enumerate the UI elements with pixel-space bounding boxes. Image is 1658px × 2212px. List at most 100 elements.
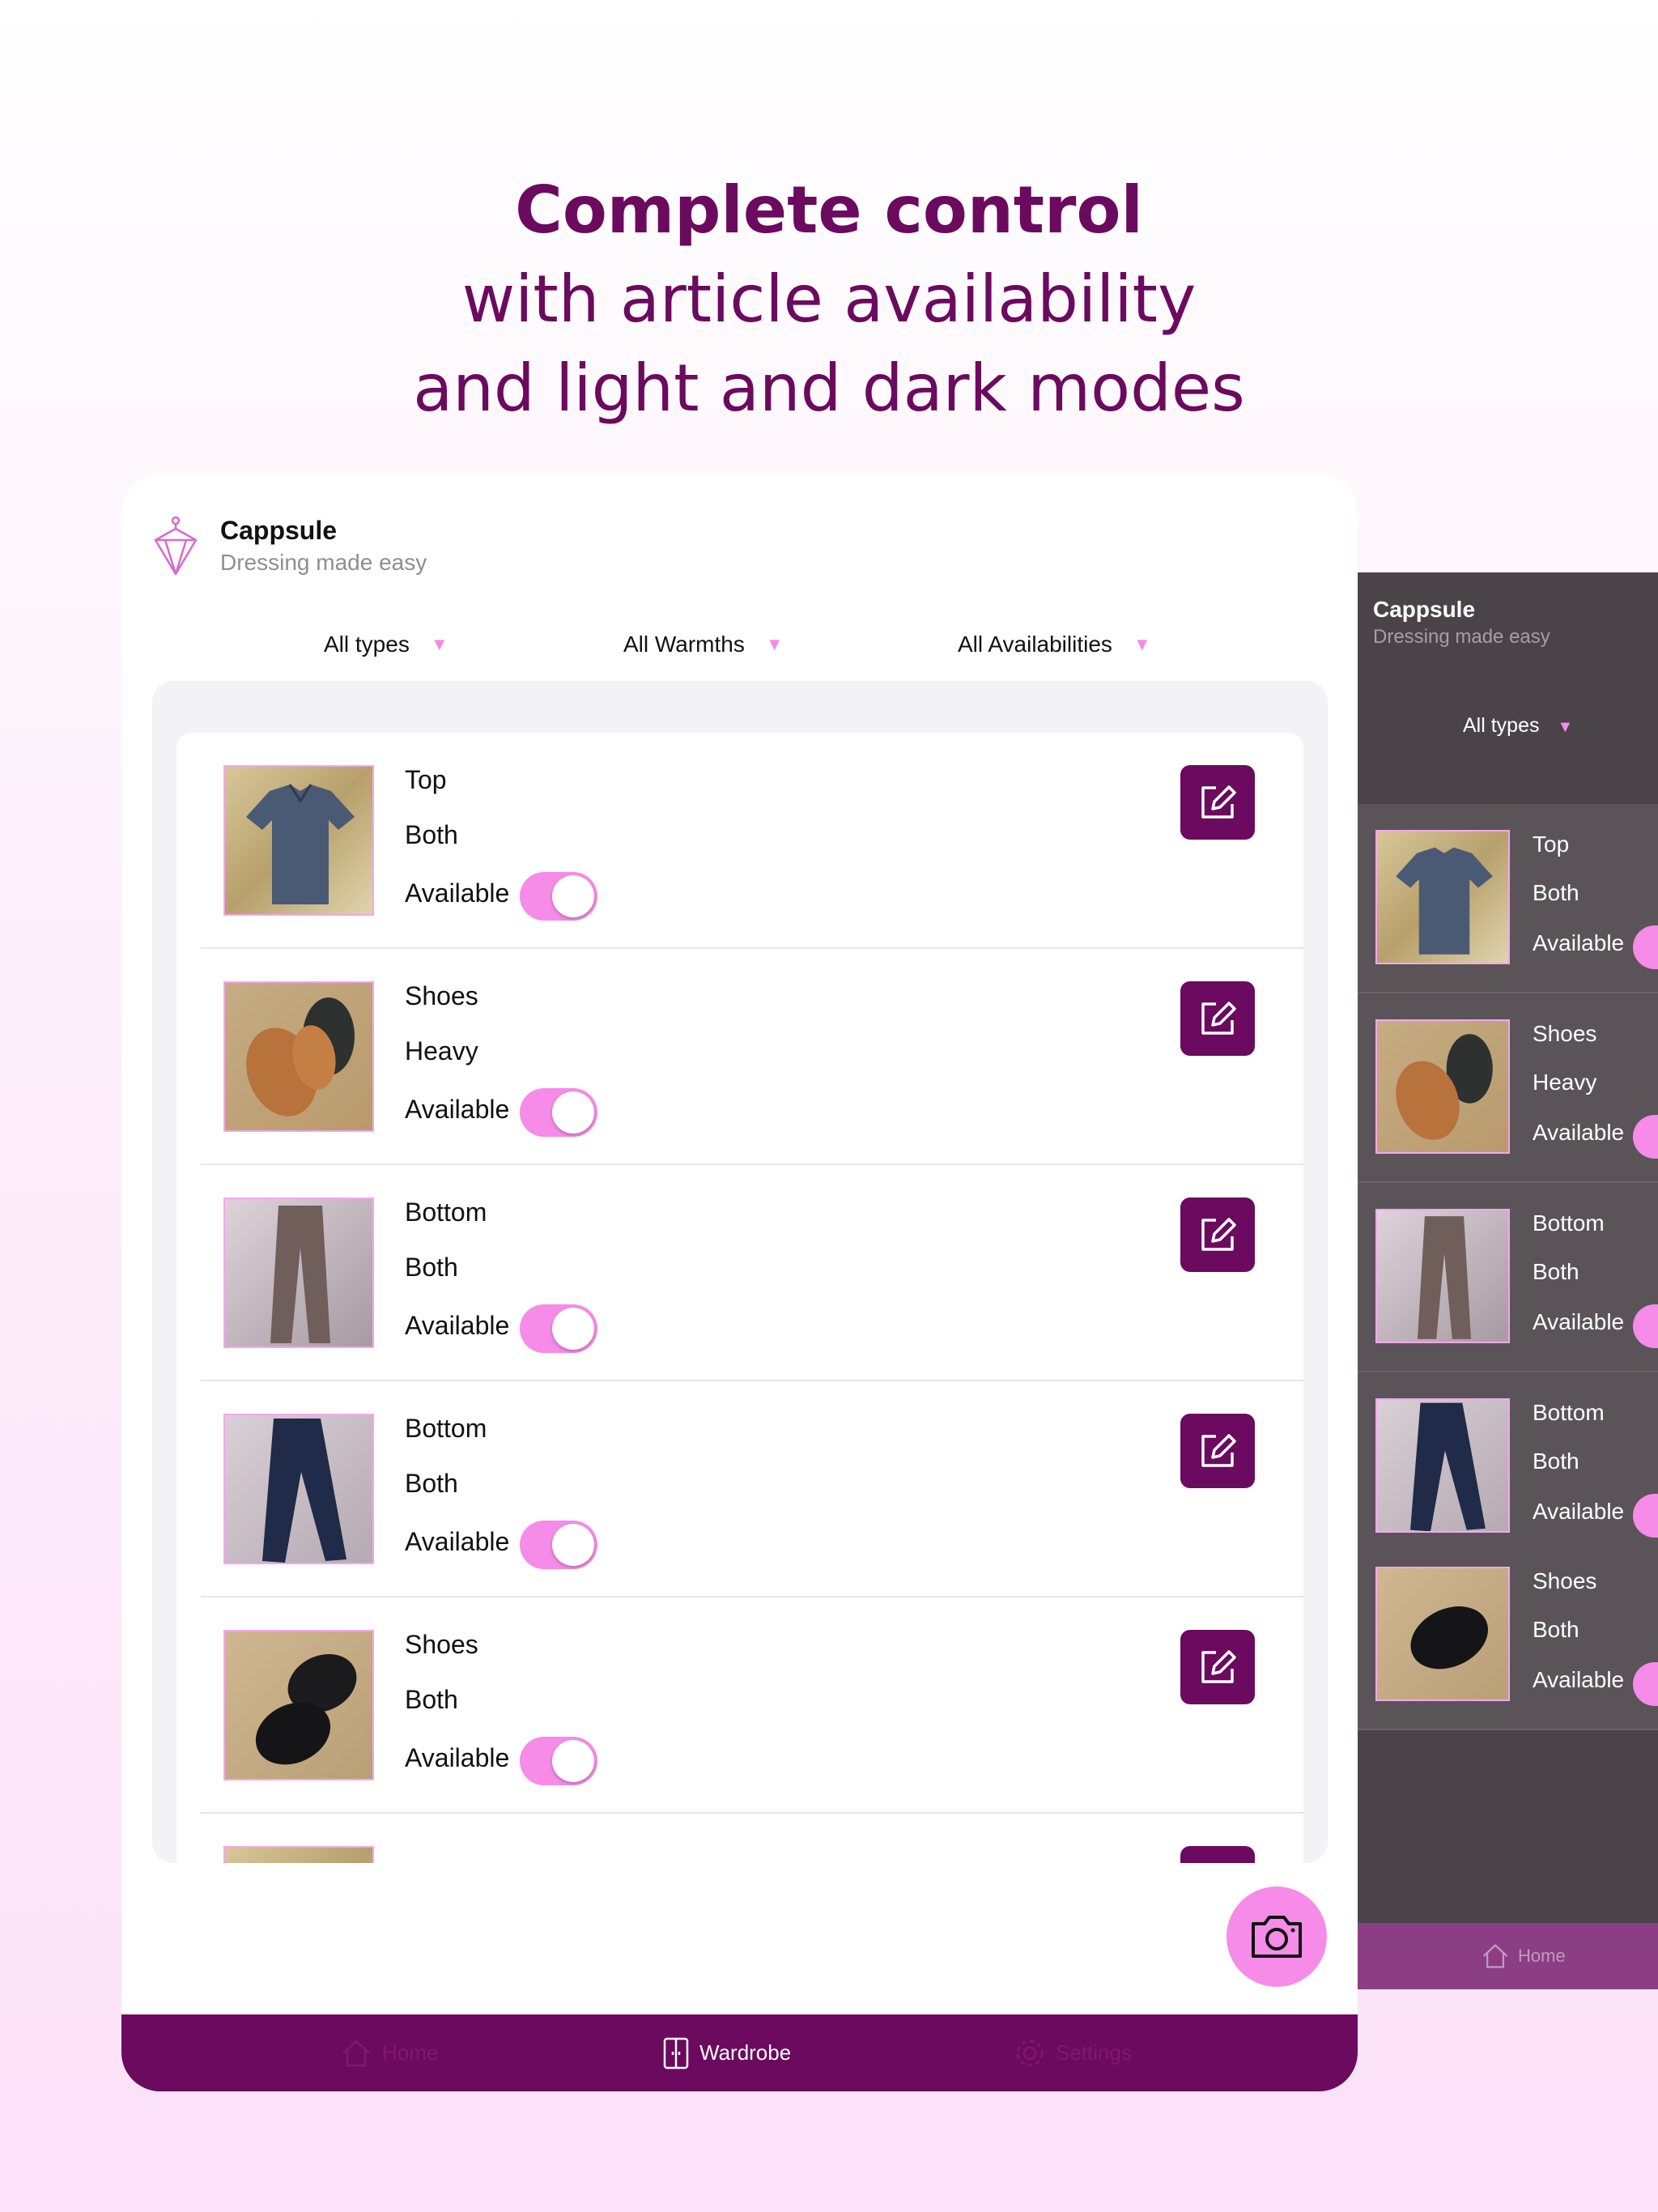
headline-line-2: with article availability [461,262,1197,337]
edit-icon [1201,1218,1236,1251]
article-warmth: Both [405,1685,458,1714]
camera-icon [1252,1916,1302,1958]
article-availability: Available [405,1095,510,1124]
list-item[interactable]: Shoes Heavy Available [176,949,1303,1165]
article-type: Shoes [1533,1021,1597,1046]
list-item[interactable]: Bottom Both Available [1358,1183,1658,1372]
dark-mode-device: Cappsule Dressing made easy All types ▼ T… [1358,572,1658,1989]
light-mode-device: Cappsule Dressing made easy All types ▼ A… [121,474,1358,2091]
article-warmth: Both [1533,880,1579,905]
promo-headline: Complete control with article availabili… [0,166,1658,433]
article-photo[interactable] [1375,1398,1510,1533]
article-warmth: Both [405,820,458,849]
tab-wardrobe-label: Wardrobe [699,2040,792,2065]
list-item[interactable]: Top Both Available [176,733,1303,949]
edit-icon [1201,1002,1236,1035]
article-photo[interactable] [223,1414,374,1564]
app-subtitle: Dressing made easy [220,550,427,575]
article-warmth: Heavy [1533,1070,1597,1095]
article-photo[interactable] [1375,1209,1510,1343]
article-photo[interactable] [223,1630,374,1780]
edit-button[interactable] [1180,765,1255,840]
list-item[interactable] [176,1814,1303,1863]
dark-tab-home[interactable]: Home [1481,1923,1566,1989]
article-photo[interactable] [223,981,374,1132]
article-photo[interactable] [223,765,374,916]
availability-toggle[interactable] [520,1737,597,1785]
warmth-filter[interactable]: All Warmths ▼ [623,632,784,657]
article-list-container[interactable]: Top Both Available Shoes Heavy Available… [152,681,1328,1863]
article-warmth: Both [405,1469,458,1498]
list-item[interactable]: Shoes Both Available [176,1597,1303,1814]
gear-icon [1016,2040,1044,2066]
list-item[interactable]: Bottom Both Available [176,1381,1303,1597]
article-availability: Available [1533,1309,1625,1334]
tab-settings[interactable]: Settings [1014,2014,1132,2091]
availability-toggle[interactable] [1633,1304,1658,1348]
article-type: Top [1533,832,1570,857]
article-photo[interactable] [223,1197,374,1348]
edit-icon [1201,1650,1236,1683]
article-warmth: Both [1533,1617,1579,1642]
type-filter[interactable]: All types ▼ [324,632,449,657]
availability-toggle[interactable] [1633,1662,1658,1706]
article-availability: Available [405,1311,510,1340]
article-availability: Available [405,1527,510,1556]
edit-icon [1201,1434,1236,1467]
edit-button[interactable] [1180,1414,1255,1488]
tab-home[interactable]: Home [340,2014,438,2091]
camera-button[interactable] [1226,1887,1327,1987]
article-photo[interactable] [223,1846,374,1863]
article-type: Bottom [1533,1210,1605,1236]
list-item[interactable]: Top Both Available [1358,804,1658,993]
article-availability: Available [405,1743,510,1772]
availability-toggle[interactable] [520,1304,597,1353]
article-photo[interactable] [1375,830,1510,964]
app-title: Cappsule [220,516,338,545]
type-filter-label: All types [324,632,410,657]
article-type: Top [405,765,447,794]
tab-settings-label: Settings [1056,2040,1132,2065]
dark-app-title: Cappsule [1373,597,1476,622]
edit-button[interactable] [1180,1846,1255,1863]
availability-toggle[interactable] [520,872,597,921]
dark-tab-bar: Home [1358,1923,1658,1989]
edit-button[interactable] [1180,1197,1255,1272]
article-photo[interactable] [1375,1019,1510,1154]
article-availability: Available [1533,1499,1625,1524]
availability-toggle[interactable] [1633,925,1658,969]
article-warmth: Both [1533,1259,1579,1284]
availability-toggle[interactable] [520,1521,597,1569]
article-type: Shoes [405,981,478,1010]
home-icon [342,2040,370,2066]
dark-article-list[interactable]: Top Both Available Shoes Heavy Available [1358,804,1658,1552]
filter-bar: All types ▼ All Warmths ▼ All Availabiliti… [121,632,1358,672]
headline-line-1: Complete control [515,172,1143,248]
article-availability: Available [1533,1667,1625,1692]
dark-type-filter[interactable]: All types ▼ [1463,714,1573,738]
article-warmth: Both [405,1253,458,1282]
tab-wardrobe[interactable]: Wardrobe [662,2014,791,2091]
edit-button[interactable] [1180,981,1255,1056]
availability-toggle[interactable] [1633,1494,1658,1538]
list-item[interactable]: Bottom Both Available [1358,1372,1658,1552]
availability-toggle[interactable] [520,1088,597,1137]
list-item[interactable]: Bottom Both Available [176,1165,1303,1381]
edit-button[interactable] [1180,1630,1255,1704]
triangle-down-icon: ▼ [1133,634,1151,654]
list-item[interactable]: Shoes Both Available [1358,1541,1658,1730]
dark-app-subtitle: Dressing made easy [1373,626,1550,648]
headline-line-3: and light and dark modes [413,351,1245,426]
article-type: Shoes [405,1630,478,1659]
availability-filter[interactable]: All Availabilities ▼ [958,632,1151,657]
hanger-diamond-icon [154,516,198,576]
triangle-down-icon: ▼ [1557,718,1574,736]
availability-toggle[interactable] [1633,1115,1658,1159]
tab-bar: Home Wardrobe Settings [121,2014,1358,2091]
wardrobe-icon [663,2037,689,2069]
article-type: Shoes [1533,1568,1597,1593]
list-item[interactable]: Shoes Heavy Available [1358,993,1658,1183]
article-photo[interactable] [1375,1567,1510,1701]
triangle-down-icon: ▼ [430,634,449,654]
article-list: Top Both Available Shoes Heavy Available… [176,733,1303,1863]
